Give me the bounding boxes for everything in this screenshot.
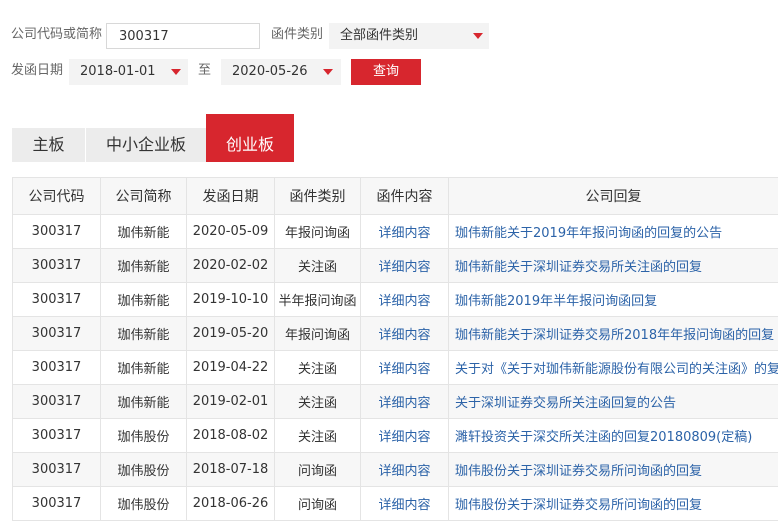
company-code-cell: 300317 bbox=[12, 214, 101, 249]
send-date-cell: 2019-10-10 bbox=[186, 282, 275, 317]
table-row: 300317 珈伟新能 2020-02-02 关注函 详细内容 珈伟新能关于深圳证券交易所… bbox=[12, 248, 778, 283]
letter-content-link[interactable]: 详细内容 bbox=[360, 282, 449, 317]
send-date-cell: 2018-08-02 bbox=[186, 418, 275, 453]
table-row: 300317 珈伟股份 2018-08-02 关注函 详细内容 濉轩投资关于深交所关注函的… bbox=[12, 418, 778, 453]
company-name-cell: 珈伟股份 bbox=[100, 486, 187, 521]
send-date-cell: 2020-02-02 bbox=[186, 248, 275, 283]
dropdown-triangle-icon bbox=[171, 69, 181, 75]
table-header-row: 公司代码 公司简称 发函日期 函件类别 函件内容 公司回复 bbox=[12, 177, 778, 215]
table-row: 300317 珈伟新能 2019-04-22 关注函 详细内容 关于对《关于对珈伟新能源股… bbox=[12, 350, 778, 385]
company-reply-link[interactable]: 珈伟新能关于深圳证券交易所2018年年报问询函的回复 bbox=[448, 316, 778, 351]
company-reply-link[interactable]: 珈伟股份关于深圳证券交易所问询函的回复 bbox=[448, 486, 778, 521]
company-reply-link[interactable]: 珈伟股份关于深圳证券交易所问询函的回复 bbox=[448, 452, 778, 487]
date-to-select[interactable]: 2020-05-26 bbox=[221, 59, 341, 85]
tab-main-board[interactable]: 主板 bbox=[12, 128, 85, 162]
dropdown-triangle-icon bbox=[473, 33, 483, 39]
letter-content-link[interactable]: 详细内容 bbox=[360, 214, 449, 249]
table-row: 300317 珈伟新能 2019-02-01 关注函 详细内容 关于深圳证券交易所关注函回… bbox=[12, 384, 778, 419]
company-code-cell: 300317 bbox=[12, 384, 101, 419]
letter-type-cell: 关注函 bbox=[274, 384, 361, 419]
letter-type-cell: 关注函 bbox=[274, 418, 361, 453]
letter-type-label: 函件类别 bbox=[271, 27, 324, 42]
company-reply-link[interactable]: 关于深圳证券交易所关注函回复的公告 bbox=[448, 384, 778, 419]
company-code-cell: 300317 bbox=[12, 350, 101, 385]
column-header-company-reply: 公司回复 bbox=[448, 177, 778, 215]
company-code-cell: 300317 bbox=[12, 452, 101, 487]
table-row: 300317 珈伟新能 2019-05-20 年报问询函 详细内容 珈伟新能关于深圳证券交… bbox=[12, 316, 778, 351]
letter-type-value: 全部函件类别 bbox=[340, 28, 419, 43]
table-row: 300317 珈伟新能 2020-05-09 年报问询函 详细内容 珈伟新能关于2019年… bbox=[12, 214, 778, 249]
company-name-cell: 珈伟新能 bbox=[100, 282, 187, 317]
letter-content-link[interactable]: 详细内容 bbox=[360, 350, 449, 385]
send-date-cell: 2019-04-22 bbox=[186, 350, 275, 385]
tab-chinext-board[interactable]: 创业板 bbox=[206, 114, 294, 162]
send-date-cell: 2019-02-01 bbox=[186, 384, 275, 419]
send-date-label: 发函日期 bbox=[11, 63, 64, 78]
letter-type-cell: 问询函 bbox=[274, 452, 361, 487]
letter-type-cell: 关注函 bbox=[274, 350, 361, 385]
company-reply-link[interactable]: 濉轩投资关于深交所关注函的回复20180809(定稿) bbox=[448, 418, 778, 453]
company-code-label: 公司代码或简称 bbox=[11, 27, 103, 42]
company-code-cell: 300317 bbox=[12, 282, 101, 317]
letter-type-cell: 年报问询函 bbox=[274, 214, 361, 249]
send-date-cell: 2018-07-18 bbox=[186, 452, 275, 487]
company-reply-link[interactable]: 珈伟新能关于深圳证券交易所关注函的回复 bbox=[448, 248, 778, 283]
company-reply-link[interactable]: 关于对《关于对珈伟新能源股份有限公司的关注函》的复函 bbox=[448, 350, 778, 385]
letter-content-link[interactable]: 详细内容 bbox=[360, 452, 449, 487]
company-reply-link[interactable]: 珈伟新能关于2019年年报问询函的回复的公告 bbox=[448, 214, 778, 249]
letter-content-link[interactable]: 详细内容 bbox=[360, 486, 449, 521]
letters-table: 公司代码 公司简称 发函日期 函件类别 函件内容 公司回复 300317 珈伟新能… bbox=[12, 177, 778, 521]
letter-content-link[interactable]: 详细内容 bbox=[360, 248, 449, 283]
letter-type-cell: 半年报问询函 bbox=[274, 282, 361, 317]
date-from-select[interactable]: 2018-01-01 bbox=[69, 59, 188, 85]
column-header-letter-type: 函件类别 bbox=[274, 177, 361, 215]
company-name-cell: 珈伟新能 bbox=[100, 316, 187, 351]
send-date-cell: 2018-06-26 bbox=[186, 486, 275, 521]
letter-type-cell: 年报问询函 bbox=[274, 316, 361, 351]
company-code-cell: 300317 bbox=[12, 486, 101, 521]
date-range-separator: 至 bbox=[198, 63, 212, 78]
table-row: 300317 珈伟新能 2019-10-10 半年报问询函 详细内容 珈伟新能2019年半… bbox=[12, 282, 778, 317]
company-code-cell: 300317 bbox=[12, 248, 101, 283]
company-code-input[interactable] bbox=[106, 23, 260, 49]
table-row: 300317 珈伟股份 2018-07-18 问询函 详细内容 珈伟股份关于深圳证券交易所… bbox=[12, 452, 778, 487]
column-header-send-date: 发函日期 bbox=[186, 177, 275, 215]
letter-content-link[interactable]: 详细内容 bbox=[360, 418, 449, 453]
letter-type-select[interactable]: 全部函件类别 bbox=[329, 23, 489, 49]
letters-query-page: 公司代码或简称 函件类别 全部函件类别 发函日期 2018-01-01 至 20… bbox=[0, 0, 778, 530]
letter-type-cell: 问询函 bbox=[274, 486, 361, 521]
company-name-cell: 珈伟股份 bbox=[100, 452, 187, 487]
company-name-cell: 珈伟新能 bbox=[100, 384, 187, 419]
company-name-cell: 珈伟股份 bbox=[100, 418, 187, 453]
date-from-value: 2018-01-01 bbox=[80, 64, 156, 79]
send-date-cell: 2020-05-09 bbox=[186, 214, 275, 249]
company-name-cell: 珈伟新能 bbox=[100, 350, 187, 385]
letters-table-body: 300317 珈伟新能 2020-05-09 年报问询函 详细内容 珈伟新能关于2019年… bbox=[12, 214, 778, 521]
tab-sme-board[interactable]: 中小企业板 bbox=[86, 128, 206, 162]
table-row: 300317 珈伟股份 2018-06-26 问询函 详细内容 珈伟股份关于深圳证券交易所… bbox=[12, 486, 778, 521]
query-button[interactable]: 查询 bbox=[351, 59, 421, 85]
column-header-company-name: 公司简称 bbox=[100, 177, 187, 215]
send-date-cell: 2019-05-20 bbox=[186, 316, 275, 351]
column-header-letter-content: 函件内容 bbox=[360, 177, 449, 215]
letter-content-link[interactable]: 详细内容 bbox=[360, 384, 449, 419]
company-code-cell: 300317 bbox=[12, 418, 101, 453]
company-name-cell: 珈伟新能 bbox=[100, 248, 187, 283]
letter-type-cell: 关注函 bbox=[274, 248, 361, 283]
letter-content-link[interactable]: 详细内容 bbox=[360, 316, 449, 351]
company-name-cell: 珈伟新能 bbox=[100, 214, 187, 249]
column-header-company-code: 公司代码 bbox=[12, 177, 101, 215]
company-code-cell: 300317 bbox=[12, 316, 101, 351]
dropdown-triangle-icon bbox=[323, 69, 333, 75]
date-to-value: 2020-05-26 bbox=[232, 64, 308, 79]
company-reply-link[interactable]: 珈伟新能2019年半年报问询函回复 bbox=[448, 282, 778, 317]
